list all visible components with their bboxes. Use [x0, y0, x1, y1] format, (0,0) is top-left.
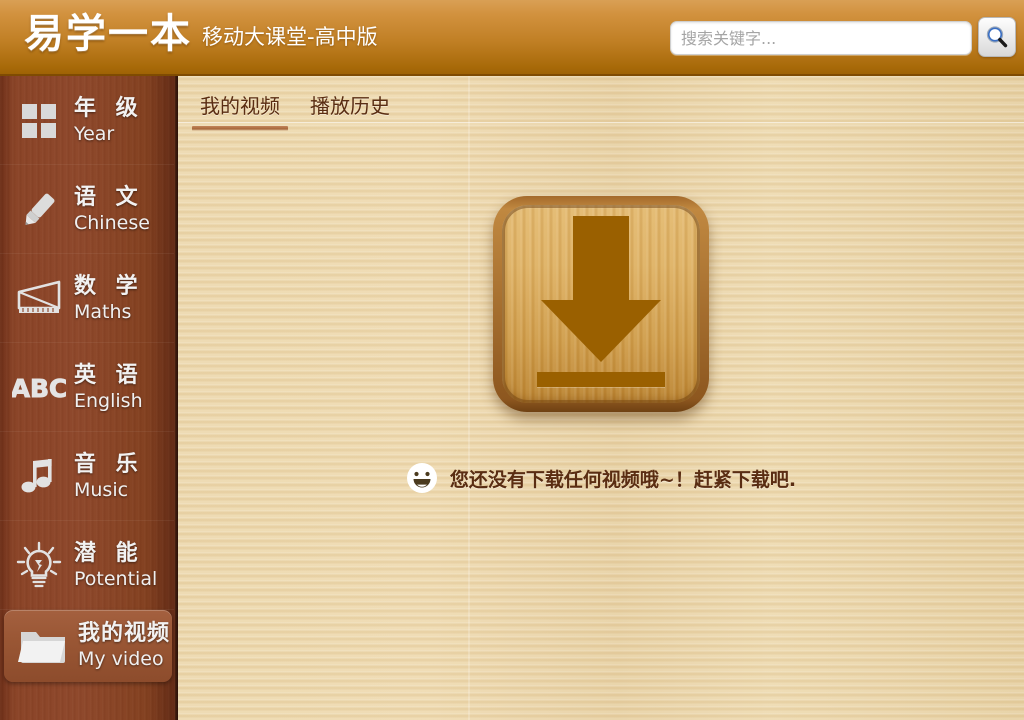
search-icon	[986, 26, 1008, 48]
sidebar-item-label-en: Year	[74, 122, 115, 145]
tab-divider	[178, 122, 1024, 123]
folder-icon	[12, 615, 74, 677]
logo-title: 易学一本	[24, 11, 192, 57]
sidebar-item-label-en: My video	[78, 648, 164, 670]
sidebar: 年 级 Year 语 文 Chinese 数 学 Maths ABC 英 语 E…	[0, 76, 178, 720]
tab-my-video[interactable]: 我的视频	[192, 88, 288, 131]
grid-icon	[8, 90, 70, 152]
sidebar-item-label-cn: 我的视频	[78, 621, 171, 646]
sidebar-item-label-cn: 英 语	[74, 362, 144, 388]
smiley-face-icon	[406, 463, 437, 493]
tab-bar: 我的视频 播放历史	[192, 88, 398, 131]
sidebar-item-label-en: English	[74, 389, 143, 412]
sidebar-item-music[interactable]: 音 乐 Music	[0, 432, 178, 521]
empty-state-message-row: 您还没有下载任何视频哦~！赶紧下载吧.	[406, 462, 796, 494]
sidebar-item-my-video[interactable]: 我的视频 My video	[4, 610, 172, 682]
content-area: 我的视频 播放历史 您还没有下载任何视频哦~！赶紧下载吧.	[178, 76, 1024, 720]
app-header: 易学一本 移动大课堂-高中版	[0, 0, 1024, 76]
brand-logo: 易学一本 移动大课堂-高中版	[24, 6, 378, 62]
sidebar-item-label-en: Chinese	[74, 211, 150, 234]
sidebar-item-label-en: Music	[74, 478, 129, 501]
pencil-icon	[8, 179, 70, 241]
ruler-icon	[8, 268, 70, 330]
sidebar-item-label-en: Maths	[74, 300, 132, 323]
lightbulb-icon	[8, 535, 70, 597]
sidebar-item-label-en: Potential	[74, 567, 158, 590]
sidebar-item-year[interactable]: 年 级 Year	[0, 76, 178, 165]
download-icon	[493, 196, 709, 412]
empty-state-message: 您还没有下载任何视频哦~！赶紧下载吧.	[449, 468, 797, 491]
sidebar-item-chinese[interactable]: 语 文 Chinese	[0, 165, 178, 254]
sidebar-item-label-cn: 年 级	[74, 95, 144, 121]
search-box[interactable]	[670, 21, 972, 55]
sidebar-item-potential[interactable]: 潜 能 Potential	[0, 521, 178, 610]
search-button[interactable]	[978, 17, 1016, 57]
sidebar-item-label-cn: 语 文	[74, 184, 144, 210]
search-input[interactable]	[681, 28, 961, 48]
logo-subtitle: 移动大课堂-高中版	[202, 25, 378, 49]
sidebar-item-maths[interactable]: 数 学 Maths	[0, 254, 178, 343]
sidebar-item-english[interactable]: ABC 英 语 English	[0, 343, 178, 432]
tab-play-history[interactable]: 播放历史	[302, 88, 398, 131]
abc-icon: ABC	[8, 357, 70, 419]
sidebar-item-label-cn: 数 学	[74, 273, 144, 299]
svg-text:ABC: ABC	[12, 374, 66, 403]
empty-state: 您还没有下载任何视频哦~！赶紧下载吧.	[178, 196, 1024, 494]
sidebar-item-label-cn: 潜 能	[74, 540, 144, 566]
sidebar-item-label-cn: 音 乐	[74, 451, 144, 477]
music-note-icon	[8, 446, 70, 508]
download-arrow-glyph	[537, 215, 665, 387]
